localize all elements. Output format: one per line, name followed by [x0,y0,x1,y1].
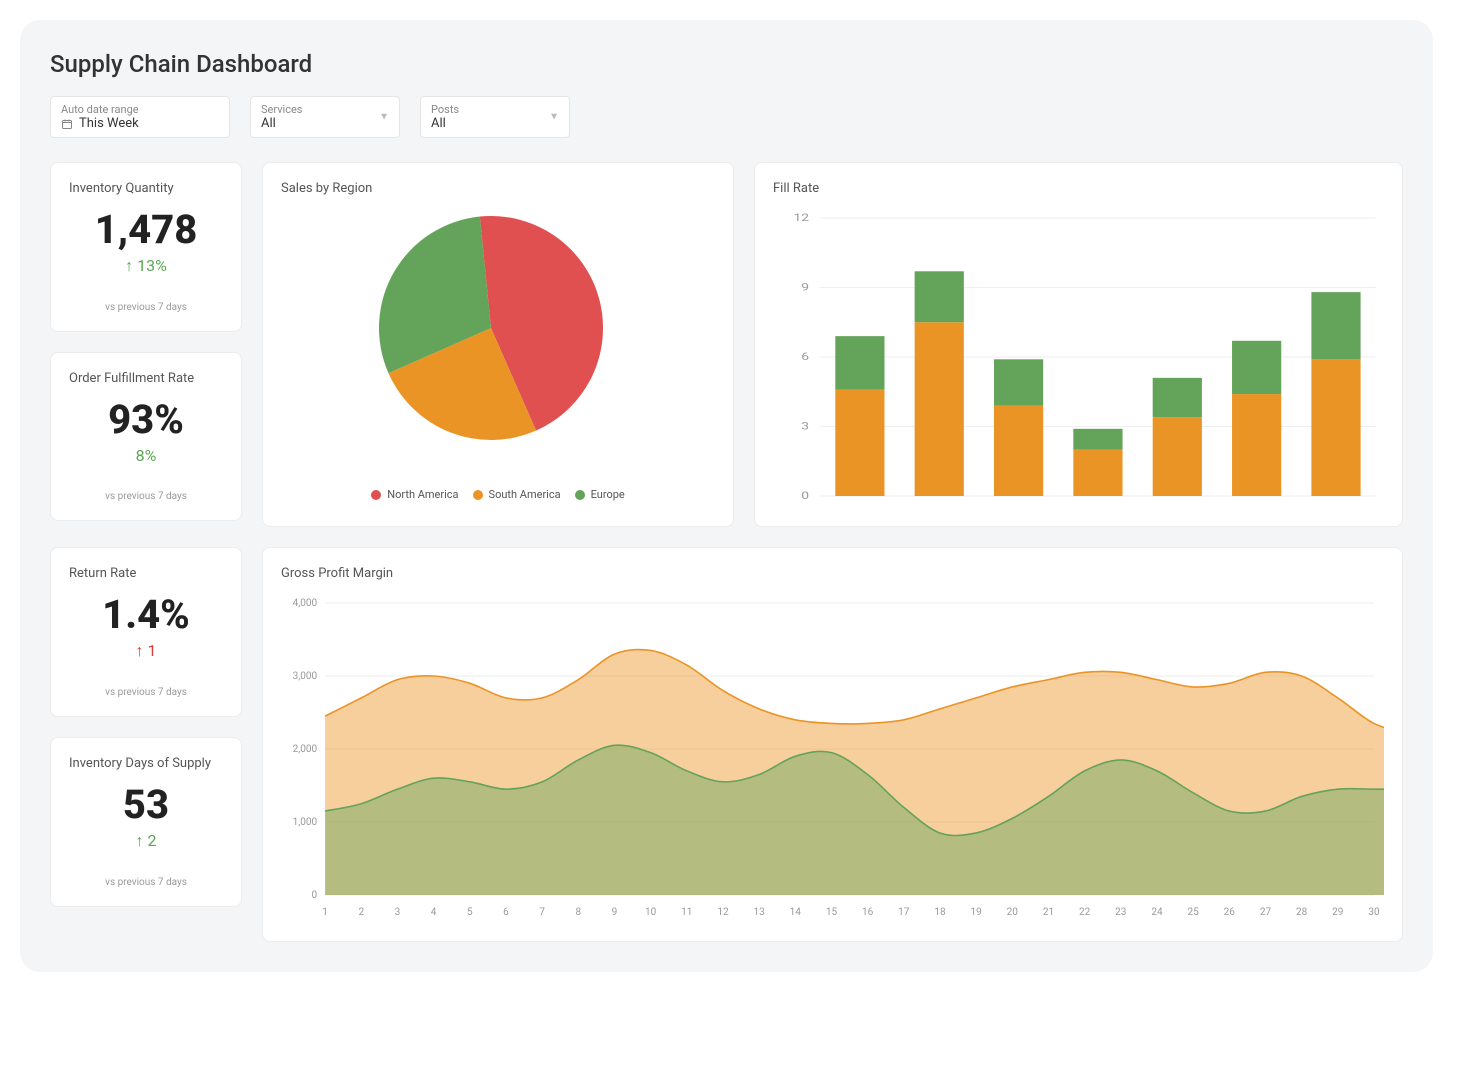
kpi-delta: ↑ 2 [69,831,223,851]
svg-text:28: 28 [1296,907,1308,918]
svg-text:4: 4 [431,907,437,918]
chart-title: Fill Rate [773,181,1384,196]
pie-chart: North America South America Europe [281,208,715,535]
filter-label: Auto date range [61,103,219,116]
svg-text:17: 17 [898,907,910,918]
dashboard-container: Supply Chain Dashboard Auto date range T… [20,20,1433,972]
svg-text:19: 19 [970,907,981,918]
kpi-value: 1.4% [69,593,223,637]
kpi-delta: ↑ 13% [69,256,223,276]
kpi-fulfillment-rate: Order Fulfillment Rate 93% 8% vs previou… [50,352,242,521]
kpi-delta: ↑ 1 [69,641,223,661]
filter-label: Posts [431,103,559,116]
chart-gross-profit-margin: Gross Profit Margin 0 1,000 2,000 3,000 4,00… [262,547,1403,942]
kpi-supply-days: Inventory Days of Supply 53 ↑ 2 vs previ… [50,737,242,907]
calendar-icon [61,118,73,130]
chart-title: Gross Profit Margin [281,566,1384,581]
kpi-delta: 8% [69,446,223,465]
svg-text:8: 8 [575,907,581,918]
legend-label: South America [489,488,561,501]
svg-text:21: 21 [1043,907,1054,918]
legend-item[interactable]: Europe [575,488,625,501]
svg-text:15: 15 [826,907,838,918]
kpi-title: Inventory Days of Supply [69,756,223,771]
svg-text:5: 5 [467,907,473,918]
svg-text:24: 24 [1151,907,1163,918]
svg-text:23: 23 [1115,907,1126,918]
chart-title: Sales by Region [281,181,715,196]
kpi-inventory-quantity: Inventory Quantity 1,478 ↑ 13% vs previo… [50,162,242,332]
legend-item[interactable]: South America [473,488,561,501]
kpi-sub: vs previous 7 days [69,687,223,698]
svg-text:6: 6 [503,907,509,918]
svg-text:12: 12 [794,212,810,224]
kpi-value: 53 [69,783,223,827]
filter-value-text: All [261,116,276,131]
svg-text:0: 0 [801,490,809,502]
svg-text:0: 0 [311,890,317,901]
area-chart: 01,0002,0003,0004,0001234567891011121314… [281,593,1384,950]
filter-bar: Auto date range This Week Services All ▼… [50,96,1403,138]
svg-text:1,000: 1,000 [293,817,318,828]
kpi-title: Return Rate [69,566,223,581]
filter-value-text: All [431,116,446,131]
chart-sales-by-region: Sales by Region North America South Ameri… [262,162,734,527]
filter-value-text: This Week [79,116,139,131]
date-range-filter[interactable]: Auto date range This Week [50,96,230,138]
svg-text:13: 13 [753,907,764,918]
svg-text:1: 1 [322,907,328,918]
legend-label: Europe [591,488,625,501]
legend-item[interactable]: North America [371,488,458,501]
posts-filter[interactable]: Posts All ▼ [420,96,570,138]
svg-text:2: 2 [358,907,364,918]
svg-text:3: 3 [801,420,809,432]
filter-label: Services [261,103,389,116]
svg-text:7: 7 [539,907,545,918]
kpi-return-rate: Return Rate 1.4% ↑ 1 vs previous 7 days [50,547,242,717]
svg-text:22: 22 [1079,907,1091,918]
svg-text:25: 25 [1188,907,1200,918]
svg-text:2,000: 2,000 [293,744,318,755]
svg-text:14: 14 [790,907,802,918]
svg-text:27: 27 [1260,907,1272,918]
kpi-title: Order Fulfillment Rate [69,371,223,386]
kpi-title: Inventory Quantity [69,181,223,196]
svg-text:9: 9 [801,281,809,293]
svg-text:30: 30 [1368,907,1380,918]
svg-text:4,000: 4,000 [293,598,318,609]
kpi-sub: vs previous 7 days [69,491,223,502]
bar-chart: 0 3 6 9 12 [773,208,1384,535]
svg-text:6: 6 [801,351,809,363]
svg-text:9: 9 [612,907,618,918]
chart-fill-rate: Fill Rate 0 3 6 9 12 [754,162,1403,527]
kpi-sub: vs previous 7 days [69,302,223,313]
svg-text:3,000: 3,000 [293,671,318,682]
chevron-down-icon: ▼ [549,112,559,123]
svg-text:20: 20 [1007,907,1019,918]
chevron-down-icon: ▼ [379,112,389,123]
legend-swatch [371,490,381,500]
legend-swatch [575,490,585,500]
legend-label: North America [387,488,458,501]
svg-text:12: 12 [717,907,729,918]
svg-text:3: 3 [395,907,401,918]
kpi-value: 93% [69,398,223,442]
svg-text:10: 10 [645,907,657,918]
page-title: Supply Chain Dashboard [50,50,1403,78]
legend-swatch [473,490,483,500]
svg-text:26: 26 [1224,907,1236,918]
svg-text:18: 18 [934,907,946,918]
svg-text:11: 11 [681,907,692,918]
svg-text:16: 16 [862,907,874,918]
svg-text:29: 29 [1332,907,1343,918]
kpi-value: 1,478 [69,208,223,252]
services-filter[interactable]: Services All ▼ [250,96,400,138]
kpi-sub: vs previous 7 days [69,877,223,888]
